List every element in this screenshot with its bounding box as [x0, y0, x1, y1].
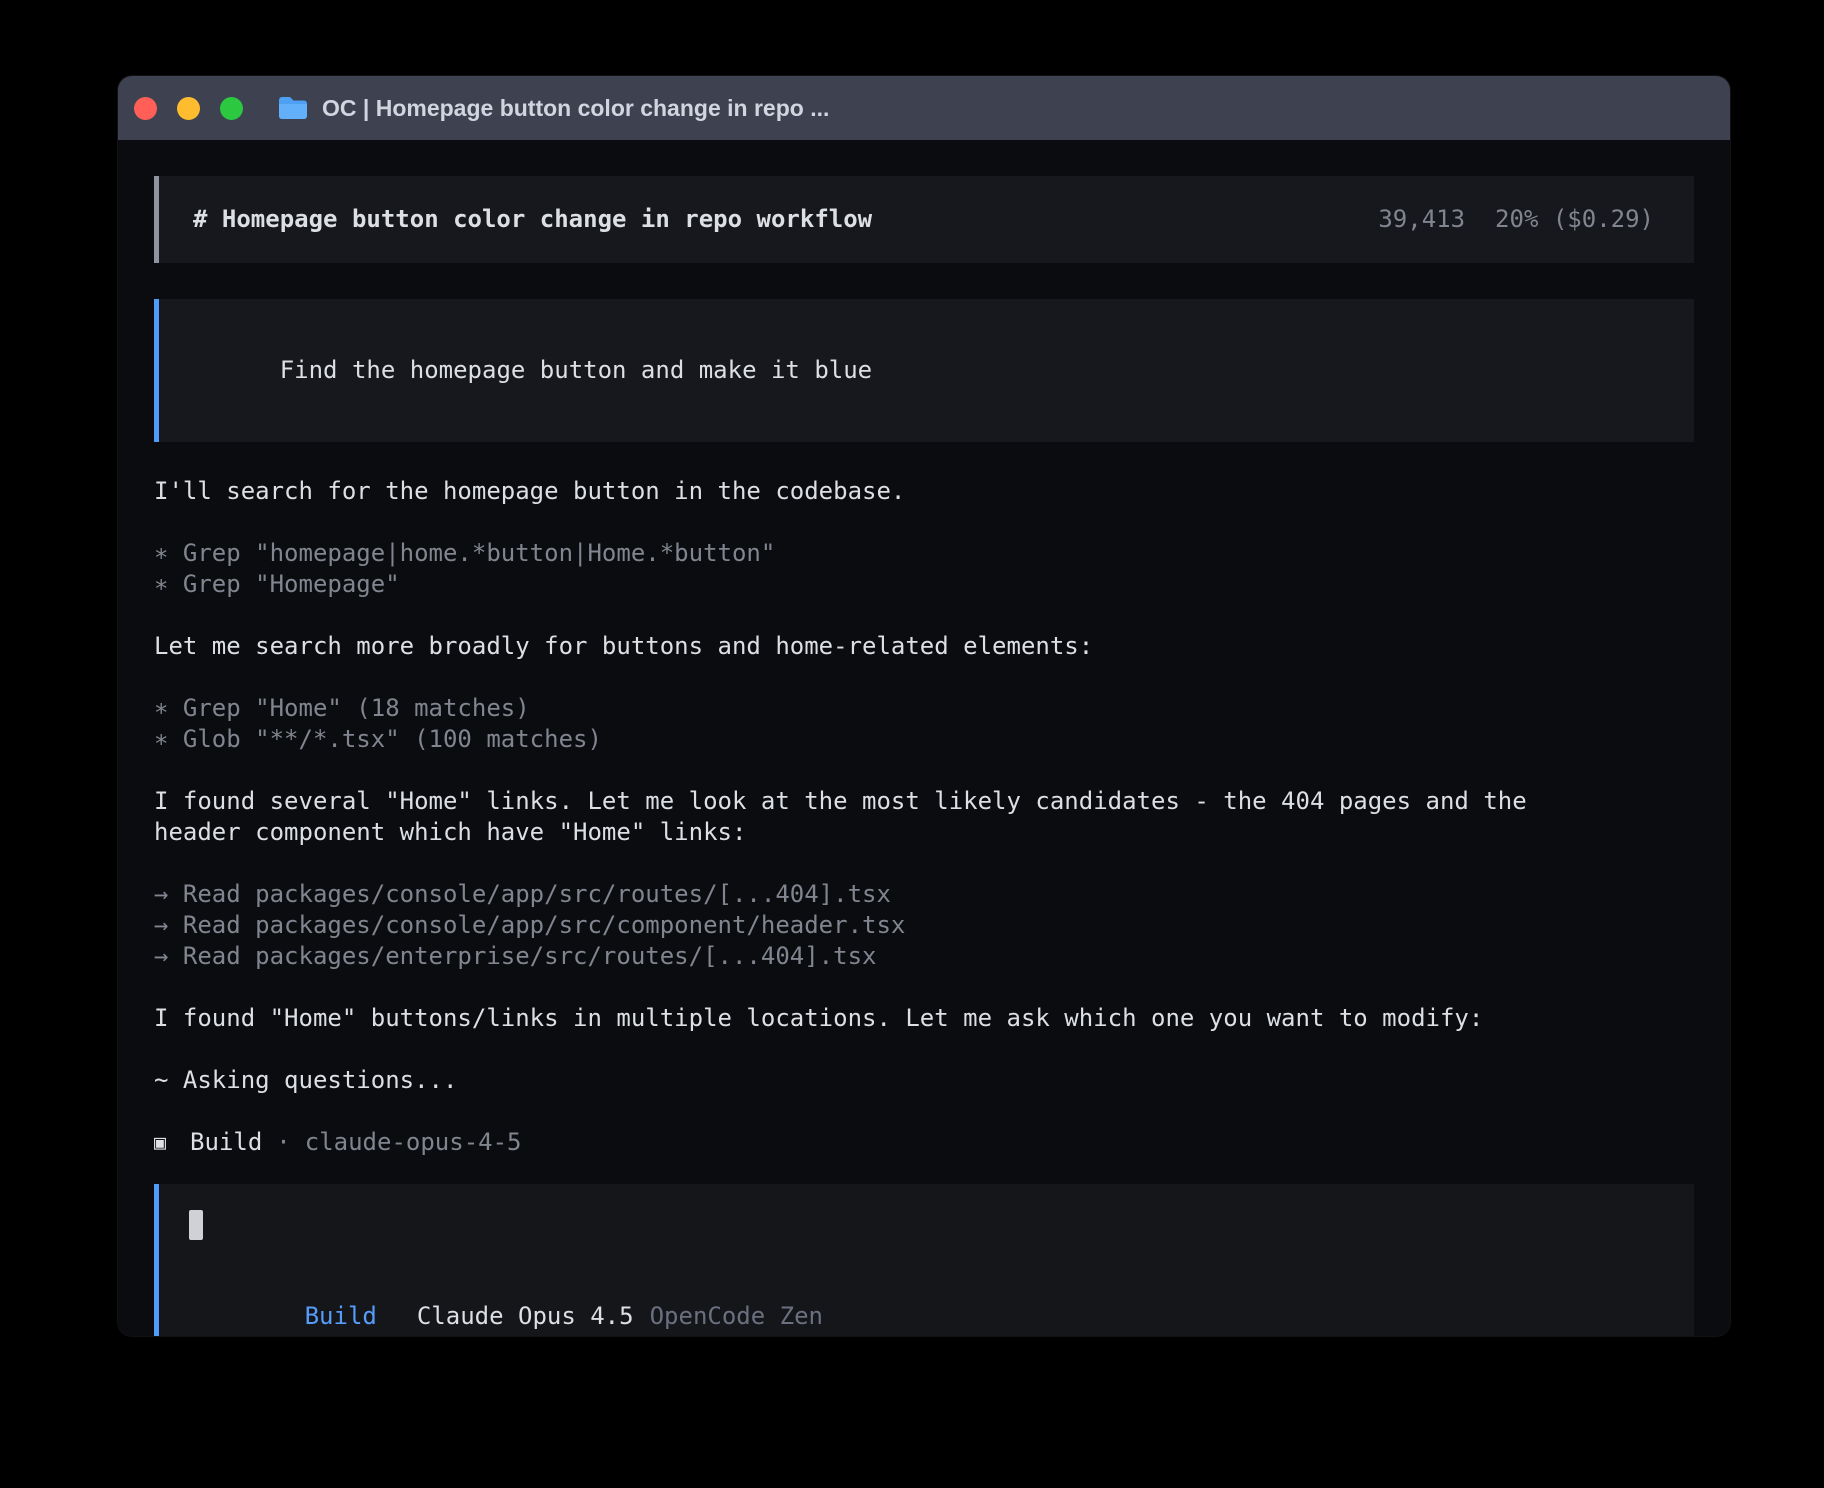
assistant-status-line: ~ Asking questions...: [154, 1065, 1694, 1096]
text-cursor: [189, 1210, 203, 1240]
close-button[interactable]: [134, 97, 157, 120]
traffic-lights: [134, 97, 243, 120]
input-provider-label: OpenCode Zen: [650, 1302, 823, 1330]
assistant-text-line: I found "Home" buttons/links in multiple…: [154, 1003, 1694, 1034]
agent-name: Build: [190, 1127, 262, 1158]
tool-call-line: → Read packages/console/app/src/routes/[…: [154, 879, 1694, 910]
token-count: 39,413: [1378, 205, 1465, 233]
agent-separator: ·: [276, 1127, 290, 1158]
tool-call-line: → Read packages/enterprise/src/routes/[.…: [154, 941, 1694, 972]
user-message-text: Find the homepage button and make it blu…: [280, 356, 872, 384]
user-message: Find the homepage button and make it blu…: [154, 299, 1694, 442]
context-usage: 20% ($0.29): [1495, 205, 1654, 233]
assistant-text-line: I'll search for the homepage button in t…: [154, 476, 1694, 507]
agent-status-line: ▣ Build · claude-opus-4-5: [154, 1127, 1694, 1158]
window-title: OC | Homepage button color change in rep…: [322, 95, 829, 122]
session-title: # Homepage button color change in repo w…: [193, 204, 872, 235]
assistant-text-line: I found several "Home" links. Let me loo…: [154, 786, 1554, 848]
prompt-input[interactable]: Build Claude Opus 4.5 OpenCode Zen: [154, 1184, 1694, 1336]
input-mode-label: Build: [305, 1302, 377, 1330]
terminal-body: # Homepage button color change in repo w…: [118, 140, 1730, 1336]
agent-model: claude-opus-4-5: [305, 1127, 522, 1158]
session-stats: 39,413 20% ($0.29): [1378, 204, 1654, 235]
window-titlebar: OC | Homepage button color change in rep…: [118, 76, 1730, 140]
tool-call-line: ∗ Glob "**/*.tsx" (100 matches): [154, 724, 1694, 755]
assistant-text-line: Let me search more broadly for buttons a…: [154, 631, 1694, 662]
tool-call-line: → Read packages/console/app/src/componen…: [154, 910, 1694, 941]
terminal-window: OC | Homepage button color change in rep…: [118, 76, 1730, 1336]
tool-call-line: ∗ Grep "homepage|home.*button|Home.*butt…: [154, 538, 1694, 569]
zoom-button[interactable]: [220, 97, 243, 120]
input-meta: Build Claude Opus 4.5 OpenCode Zen: [189, 1270, 1664, 1336]
tool-call-line: ∗ Grep "Homepage": [154, 569, 1694, 600]
minimize-button[interactable]: [177, 97, 200, 120]
conversation: I'll search for the homepage button in t…: [154, 476, 1694, 1158]
folder-icon: [277, 95, 309, 121]
input-model-label: Claude Opus 4.5: [417, 1302, 634, 1330]
tool-call-line: ∗ Grep "Home" (18 matches): [154, 693, 1694, 724]
agent-icon: ▣: [154, 1127, 166, 1158]
session-header: # Homepage button color change in repo w…: [154, 176, 1694, 263]
